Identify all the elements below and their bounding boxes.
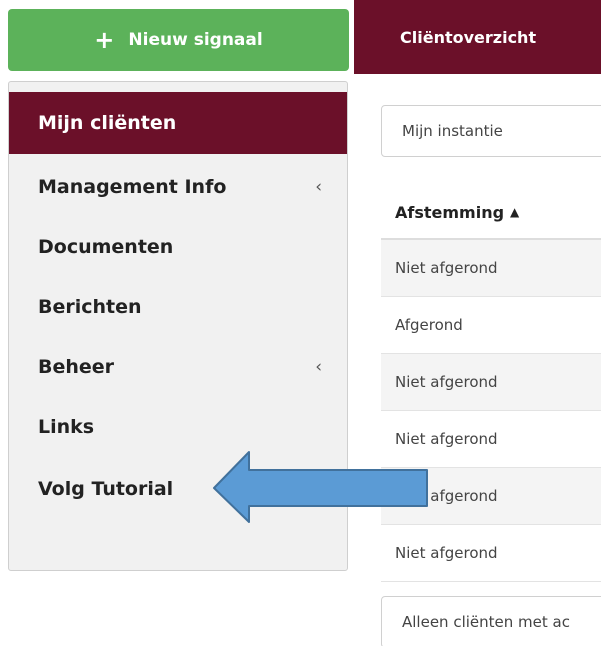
sidebar-item-label: Mijn cliënten [38,112,177,134]
table-cell: Niet afgerond [395,544,498,562]
sort-icon: ▲︎ [510,205,520,219]
column-header-afstemming[interactable]: Afstemming ▲︎ [381,186,601,240]
table-row[interactable]: Niet afgerond [381,468,601,525]
table-row[interactable]: Afgerond [381,297,601,354]
column-header-label: Afstemming [395,202,505,222]
table-cell: Niet afgerond [395,430,498,448]
instance-select-value: Mijn instantie [402,122,503,140]
sidebar-item-management[interactable]: Beheer ‹ [9,338,347,396]
table-row[interactable]: Niet afgerond [381,354,601,411]
sidebar-item-management-info[interactable]: Management Info ‹ [9,158,347,216]
table-cell: Niet afgerond [395,259,498,277]
chevron-left-icon: ‹ [315,357,322,377]
filter-label: Alleen cliënten met ac [402,613,570,631]
new-signal-label: Nieuw signaal [128,30,263,50]
sidebar-item-links[interactable]: Links [9,398,347,456]
chevron-left-icon: ‹ [315,177,322,197]
sidebar-item-label: Volg Tutorial [38,478,174,500]
sidebar-item-messages[interactable]: Berichten [9,278,347,336]
sidebar-item-documents[interactable]: Documenten [9,218,347,276]
tab-client-overview-label: Cliëntoverzicht [400,27,537,47]
page: + Nieuw signaal Cliëntoverzicht Mijn cli… [0,0,601,646]
sidebar-item-label: Links [38,416,95,438]
table-row[interactable]: Niet afgerond [381,411,601,468]
table-cell: Niet afgerond [395,373,498,391]
table-row[interactable]: Niet afgerond [381,240,601,297]
sidebar-item-my-clients[interactable]: Mijn cliënten [9,92,347,154]
sidebar-item-follow-tutorial[interactable]: Volg Tutorial [9,460,347,518]
table-row[interactable]: Niet afgerond [381,525,601,582]
sidebar-item-label: Documenten [38,236,174,258]
table-cell: Niet afgerond [395,487,498,505]
new-signal-button[interactable]: + Nieuw signaal [8,9,349,71]
filter-only-clients[interactable]: Alleen cliënten met ac [381,596,601,646]
tab-client-overview[interactable]: Cliëntoverzicht [354,0,601,74]
sidebar-item-label: Berichten [38,296,142,318]
instance-select[interactable]: Mijn instantie [381,105,601,157]
plus-icon: + [94,26,115,54]
sidebar-item-label: Beheer [38,356,115,378]
sidebar: Mijn cliënten Management Info ‹ Document… [8,81,348,571]
sidebar-item-label: Management Info [38,176,227,198]
client-table: Afstemming ▲︎ Niet afgerond Afgerond Nie… [381,186,601,582]
table-cell: Afgerond [395,316,463,334]
